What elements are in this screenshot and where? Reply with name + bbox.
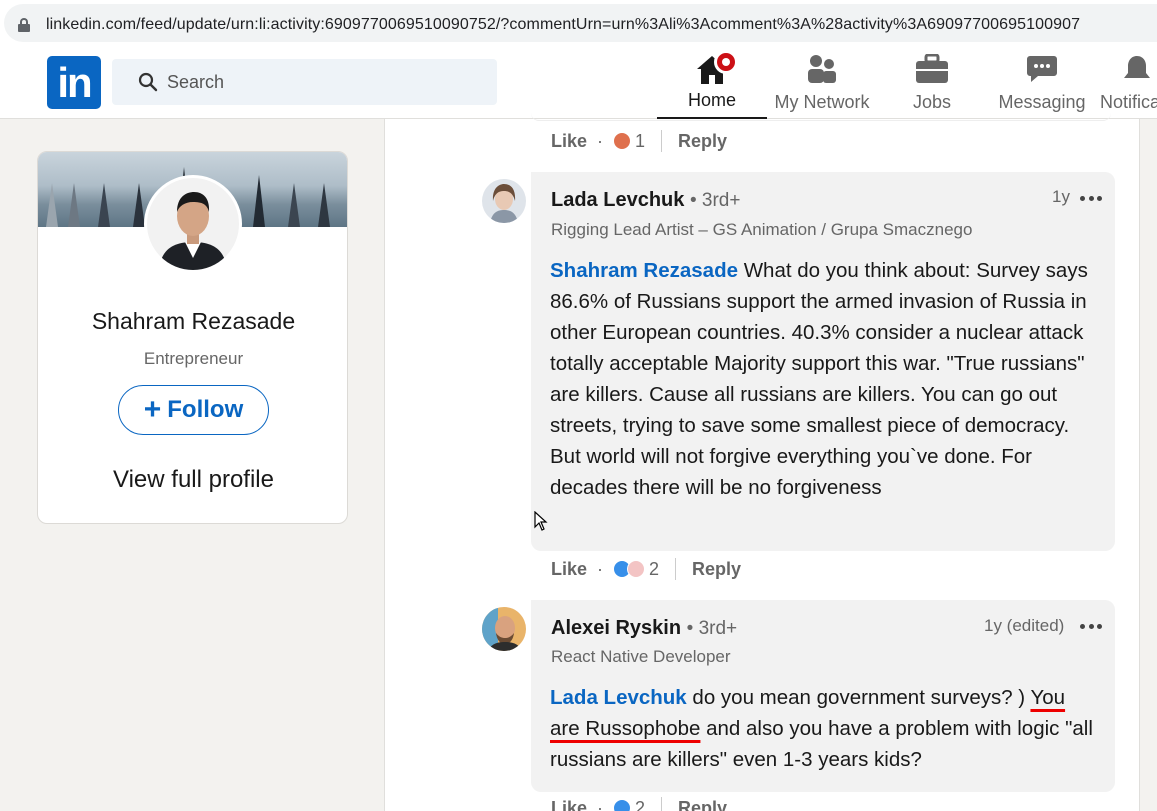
follow-label: Follow	[167, 396, 244, 423]
reply-button[interactable]: Reply	[692, 559, 741, 580]
reply-button[interactable]: Reply	[678, 131, 727, 152]
comment-time: 1y (edited)	[984, 616, 1065, 635]
comment-text: Lada Levchuk do you mean government surv…	[550, 682, 1095, 775]
comment-text: Shahram Rezasade What do you think about…	[550, 255, 1090, 503]
comment-body: do you mean government surveys? )	[686, 686, 1031, 709]
view-full-profile-link[interactable]: View full profile	[38, 466, 347, 494]
network-icon	[808, 55, 836, 83]
reaction-count[interactable]: 2	[635, 798, 645, 811]
author-name[interactable]: Alexei Ryskin	[551, 617, 681, 639]
nav-notifications[interactable]: Notifica	[1097, 46, 1157, 119]
search-input[interactable]	[167, 59, 477, 105]
like-button[interactable]: Like	[551, 559, 587, 580]
profile-avatar[interactable]	[144, 175, 242, 273]
comment-time: 1y	[1052, 187, 1070, 206]
nav-jobs-label: Jobs	[912, 92, 952, 112]
nav-my-network[interactable]: My Network	[767, 46, 877, 119]
previous-comment-bubble-edge	[531, 113, 1111, 121]
nav-home[interactable]: Home	[657, 46, 767, 119]
connection-degree: • 3rd+	[686, 618, 738, 639]
profile-title: Entrepreneur	[143, 349, 244, 368]
linkedin-logo[interactable]: in	[47, 56, 101, 109]
reply-button[interactable]: Reply	[678, 798, 727, 811]
like-button[interactable]: Like	[551, 798, 587, 811]
browser-address-bar: linkedin.com/feed/update/urn:li:activity…	[0, 0, 1157, 46]
more-options-icon[interactable]	[1080, 624, 1102, 630]
comment-actions: Like · 2 Reply	[551, 558, 742, 580]
plus-icon: +	[143, 393, 162, 426]
commenter-headline: React Native Developer	[551, 647, 731, 666]
commenter-avatar[interactable]	[482, 607, 526, 651]
briefcase-icon	[916, 54, 948, 83]
bell-icon	[1124, 56, 1150, 78]
top-navigation: in Home My Network Jobs Me	[0, 46, 1157, 119]
profile-name[interactable]: Shahram Rezasade	[38, 308, 347, 335]
nav-messaging[interactable]: Messaging	[987, 46, 1097, 119]
commenter-avatar[interactable]	[482, 179, 526, 223]
reaction-count[interactable]: 2	[649, 559, 659, 580]
profile-card: Shahram Rezasade Entrepreneur + Follow Vi…	[37, 151, 348, 524]
like-button[interactable]: Like	[551, 131, 587, 152]
nav-home-label: Home	[687, 90, 736, 110]
url-text[interactable]: linkedin.com/feed/update/urn:li:activity…	[46, 16, 1080, 34]
chat-icon	[1027, 56, 1057, 82]
lock-icon	[18, 18, 30, 32]
author-name[interactable]: Lada Levchuk	[551, 189, 684, 211]
url-bar[interactable]: linkedin.com/feed/update/urn:li:activity…	[4, 4, 1157, 42]
search-icon	[138, 72, 158, 92]
notification-badge	[714, 50, 738, 74]
search-box[interactable]	[112, 59, 497, 105]
reaction-count[interactable]: 1	[635, 131, 645, 152]
like-reaction-icon	[613, 799, 632, 811]
commenter-headline: Rigging Lead Artist – GS Animation / Gru…	[551, 220, 973, 239]
nav-notifications-label: Notifica	[1100, 92, 1157, 112]
comment-actions: Like · 2 Reply	[551, 797, 727, 811]
mention-link[interactable]: Lada Levchuk	[550, 686, 687, 709]
mouse-cursor-icon	[534, 511, 548, 531]
mention-link[interactable]: Shahram Rezasade	[550, 259, 738, 282]
reaction-icon	[613, 132, 632, 150]
follow-button[interactable]: + Follow	[118, 385, 269, 435]
comment-body: What do you think about: Survey says 86.…	[550, 259, 1088, 499]
nav-my-network-label: My Network	[774, 92, 870, 112]
nav-messaging-label: Messaging	[998, 92, 1086, 112]
nav-jobs[interactable]: Jobs	[877, 46, 987, 119]
comment-bubble: Lada Levchuk • 3rd+ Rigging Lead Artist …	[531, 172, 1115, 551]
commenter-name[interactable]: Lada Levchuk • 3rd+	[551, 189, 740, 212]
more-options-icon[interactable]	[1080, 196, 1102, 202]
connection-degree: • 3rd+	[689, 190, 741, 211]
commenter-name[interactable]: Alexei Ryskin • 3rd+	[551, 617, 737, 640]
comment-actions: Like · 1 Reply	[551, 130, 728, 152]
love-reaction-icon	[627, 560, 646, 578]
comment-bubble: Alexei Ryskin • 3rd+ React Native Develo…	[531, 600, 1115, 792]
